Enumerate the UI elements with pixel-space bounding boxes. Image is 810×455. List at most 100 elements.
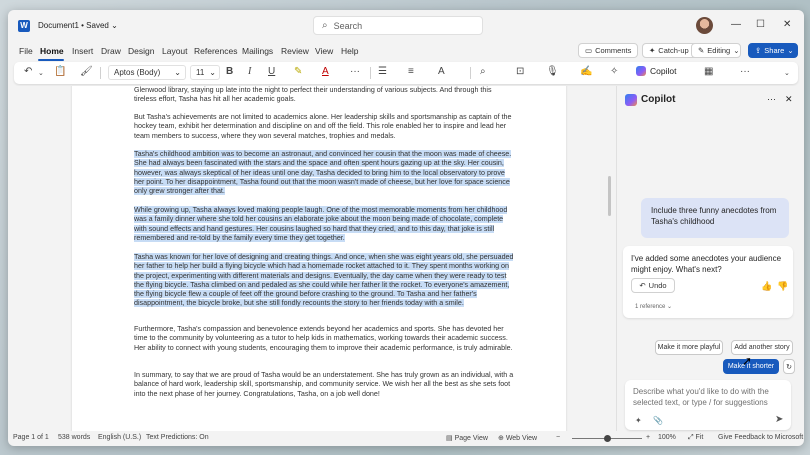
tab-references[interactable]: References [194, 46, 237, 56]
bullets-icon[interactable]: ☰ [378, 66, 387, 77]
document-area: Glenwood library, staying up late into t… [8, 86, 616, 431]
document-title[interactable]: Document1 • Saved ⌄ [38, 21, 118, 30]
tab-file[interactable]: File [19, 46, 33, 56]
page-count[interactable]: Page 1 of 1 [13, 434, 49, 441]
dictate-icon[interactable]: 🎙 [546, 66, 559, 77]
ribbon-toolbar: ↶ ⌄ 📋 🖌 Aptos (Body) ⌄ 11 ⌄ B I U ✎ A ··… [14, 62, 798, 84]
word-icon: W [18, 20, 30, 32]
scrollbar[interactable] [608, 176, 611, 216]
more-options-icon[interactable]: ··· [350, 66, 360, 77]
status-bar: Page 1 of 1 538 words English (U.S.) Tex… [8, 431, 804, 446]
copilot-ribbon-button[interactable]: Copilot [636, 66, 676, 76]
web-view-button[interactable]: ⊕ Web View [498, 434, 537, 442]
text-predictions[interactable]: Text Predictions: On [146, 434, 209, 441]
editor-icon[interactable]: ✍ [580, 66, 592, 77]
tab-view[interactable]: View [315, 46, 333, 56]
undo-icon: ↶ [639, 281, 646, 290]
chevron-down-icon[interactable]: ⌄ [38, 69, 44, 77]
pencil-icon: ✎ [698, 46, 705, 55]
zoom-level[interactable]: 100% [658, 434, 676, 441]
italic-button[interactable]: I [248, 66, 251, 77]
more-options-icon[interactable]: ··· [740, 66, 750, 77]
paragraph[interactable]: Furthermore, Tasha's compassion and bene… [134, 325, 514, 353]
divider [100, 67, 101, 79]
suggestion-more-playful[interactable]: Make it more playful [655, 340, 723, 355]
paragraph[interactable]: But Tasha's achievements are not limited… [134, 113, 514, 141]
copilot-prompt-input[interactable]: Describe what you'd like to do with the … [625, 380, 791, 430]
zoom-out-icon[interactable]: − [556, 434, 560, 441]
more-options-icon[interactable]: ··· [767, 94, 776, 104]
divider [470, 67, 471, 79]
tab-draw[interactable]: Draw [101, 46, 121, 56]
close-button[interactable]: ✕ [783, 19, 791, 30]
find-icon[interactable]: ⌕ [480, 66, 486, 77]
fit-button[interactable]: ⤢ Fit [688, 434, 703, 442]
underline-button[interactable]: U [268, 66, 275, 77]
copilot-icon [625, 94, 637, 106]
language[interactable]: English (U.S.) [98, 434, 141, 441]
chevron-down-icon: ⌄ [209, 68, 216, 77]
tab-help[interactable]: Help [341, 46, 358, 56]
attach-icon[interactable]: 📎 [653, 416, 663, 425]
comments-button[interactable]: ▭ Comments [578, 43, 638, 58]
close-icon[interactable]: ✕ [785, 94, 793, 105]
tab-mailings[interactable]: Mailings [242, 46, 273, 56]
word-count[interactable]: 538 words [58, 434, 90, 441]
format-painter-icon[interactable]: 🖌 [80, 66, 93, 77]
send-icon[interactable]: ➤ [775, 414, 783, 425]
paragraph-selected[interactable]: Tasha's childhood ambition was to become… [134, 150, 514, 196]
prompt-placeholder: Describe what you'd like to do with the … [633, 387, 769, 407]
designer-icon[interactable]: ✧ [610, 66, 618, 77]
paste-icon[interactable]: 📋 [54, 66, 66, 77]
comment-icon: ▭ [585, 46, 593, 55]
tab-design[interactable]: Design [128, 46, 154, 56]
menu-bar: File Home Insert Draw Design Layout Refe… [8, 42, 804, 62]
font-color-icon[interactable]: A [322, 66, 329, 77]
bold-button[interactable]: B [226, 66, 233, 77]
sensitivity-icon[interactable]: ⊡ [516, 66, 524, 77]
align-icon[interactable]: ≡ [408, 66, 414, 77]
thumbs-up-icon[interactable]: 👍 [761, 281, 772, 292]
copilot-pane: Copilot ··· ✕ Include three funny anecdo… [616, 86, 796, 431]
chevron-down-icon: ⌄ [174, 68, 181, 77]
references-toggle[interactable]: 1 reference ⌄ [635, 303, 672, 310]
paragraph-selected[interactable]: Tasha was known for her love of designin… [134, 253, 514, 309]
minimize-button[interactable]: — [731, 19, 741, 30]
divider [370, 67, 371, 79]
share-icon: ⇪ [755, 46, 762, 55]
search-input[interactable]: ⌕ Search [313, 16, 483, 35]
font-name-select[interactable]: Aptos (Body) ⌄ [108, 65, 186, 80]
editing-button[interactable]: ✎ Editing ⌄ [691, 43, 741, 58]
page-view-button[interactable]: ▤ Page View [446, 434, 488, 442]
paragraph-selected[interactable]: While growing up, Tasha always loved mak… [134, 206, 514, 243]
zoom-in-icon[interactable]: + [646, 434, 650, 441]
tab-layout[interactable]: Layout [162, 46, 188, 56]
tab-insert[interactable]: Insert [72, 46, 93, 56]
tab-review[interactable]: Review [281, 46, 309, 56]
refresh-icon[interactable]: ↻ [783, 359, 795, 374]
undo-icon[interactable]: ↶ [24, 66, 32, 77]
feedback-link[interactable]: Give Feedback to Microsoft [718, 434, 803, 441]
suggestion-add-story[interactable]: Add another story [731, 340, 793, 355]
undo-button[interactable]: ↶ Undo [631, 278, 675, 293]
thumbs-down-icon[interactable]: 👎 [777, 281, 788, 292]
sparkle-icon[interactable]: ✦ [635, 416, 642, 425]
highlight-icon[interactable]: ✎ [294, 66, 302, 77]
avatar[interactable] [696, 17, 713, 34]
styles-icon[interactable]: A [438, 66, 445, 77]
paragraph[interactable]: In summary, to say that we are proud of … [134, 371, 514, 399]
tab-home[interactable]: Home [40, 46, 64, 56]
catchup-icon: ✦ [649, 46, 656, 55]
share-button[interactable]: ⇪ Share ⌄ [748, 43, 798, 58]
mouse-cursor-icon: ➚ [742, 354, 753, 368]
maximize-button[interactable]: ☐ [756, 19, 765, 30]
word-window: W Document1 • Saved ⌄ ⌕ Search — ☐ ✕ Fil… [8, 10, 804, 446]
chevron-down-icon: ⌄ [111, 21, 118, 30]
paragraph[interactable]: Glenwood library, staying up late into t… [134, 86, 514, 105]
collapse-ribbon-icon[interactable]: ⌄ [784, 69, 790, 77]
title-bar: W Document1 • Saved ⌄ ⌕ Search — ☐ ✕ [8, 10, 804, 42]
layout-icon[interactable]: ▦ [704, 66, 713, 77]
document-page[interactable]: Glenwood library, staying up late into t… [72, 86, 566, 431]
zoom-slider-thumb[interactable] [604, 435, 611, 442]
font-size-select[interactable]: 11 ⌄ [190, 65, 220, 80]
